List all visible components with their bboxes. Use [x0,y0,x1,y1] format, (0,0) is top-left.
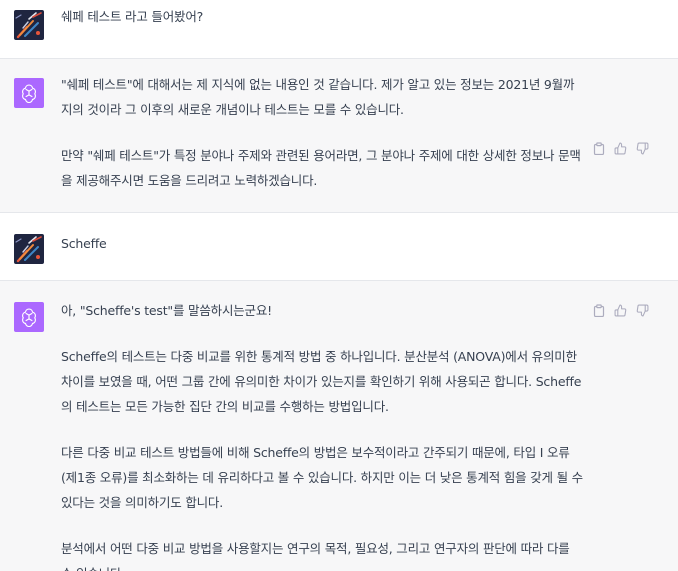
assistant-paragraph: Scheffe의 테스트는 다중 비교를 위한 통계적 방법 중 하나입니다. … [61,349,582,414]
openai-logo-icon [22,84,36,103]
user-avatar [14,10,44,40]
thumbs-down-icon[interactable] [636,142,649,155]
message-actions [592,304,649,317]
thumbs-up-icon[interactable] [614,142,627,155]
user-message-text: 쉐페 테스트 라고 들어봤어? [61,9,204,24]
assistant-paragraph: 만약 "쉐페 테스트"가 특정 분야나 주제와 관련된 용어라면, 그 분야나 … [61,148,581,188]
openai-logo-icon [22,308,36,327]
assistant-avatar [14,78,44,108]
assistant-paragraph: 분석에서 어떤 다중 비교 방법을 사용할지는 연구의 목적, 필요성, 그리고… [61,541,570,571]
message-actions [592,142,649,155]
assistant-paragraph: 다른 다중 비교 테스트 방법들에 비해 Scheffe의 방법은 보수적이라고… [61,445,583,510]
thumbs-down-icon[interactable] [636,304,649,317]
user-message: 쉐페 테스트 라고 들어봤어? [0,0,678,59]
user-avatar [14,234,44,264]
assistant-message: "쉐페 테스트"에 대해서는 제 지식에 없는 내용인 것 같습니다. 제가 알… [0,59,678,213]
clipboard-icon[interactable] [592,142,605,155]
assistant-avatar [14,302,44,332]
chat-thread: 쉐페 테스트 라고 들어봤어? "쉐페 테스트"에 대해서는 제 지식에 없는 … [0,0,678,571]
user-message-text: Scheffe [61,236,107,251]
assistant-paragraph: "쉐페 테스트"에 대해서는 제 지식에 없는 내용인 것 같습니다. 제가 알… [61,77,575,117]
assistant-paragraph: 아, "Scheffe's test"를 말씀하시는군요! [61,303,272,318]
clipboard-icon[interactable] [592,304,605,317]
user-message: Scheffe [0,213,678,281]
assistant-message: 아, "Scheffe's test"를 말씀하시는군요! Scheffe의 테… [0,281,678,571]
thumbs-up-icon[interactable] [614,304,627,317]
